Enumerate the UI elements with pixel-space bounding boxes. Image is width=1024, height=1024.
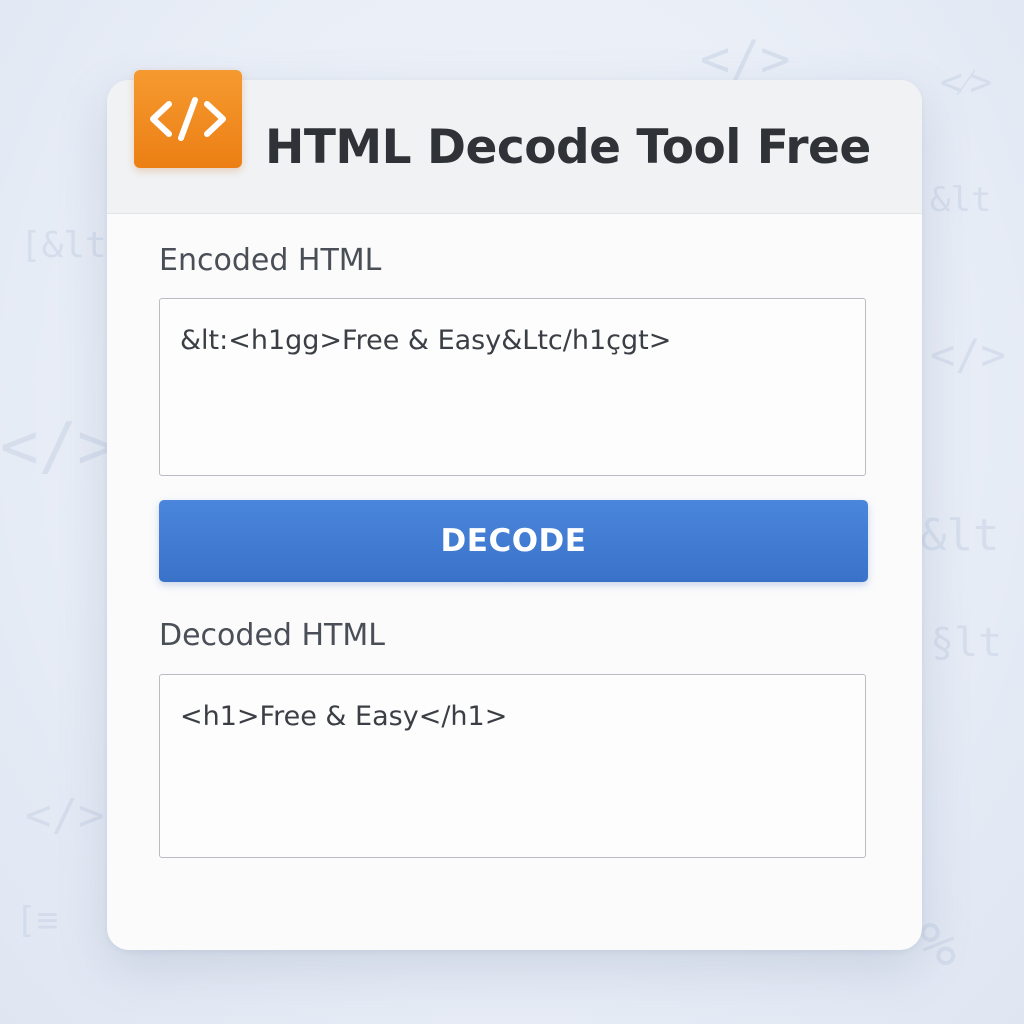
background-code-glyph: </> bbox=[930, 330, 1006, 379]
encoded-html-input[interactable]: &lt:<h1gg>Free & Easy&Ltc/h1çgt> bbox=[159, 298, 866, 476]
page-title: HTML Decode Tool Free bbox=[265, 120, 871, 175]
background-code-glyph: &lt bbox=[930, 180, 992, 220]
background-code-glyph: <⁄> bbox=[940, 60, 993, 104]
decode-tool-card: HTML Decode Tool Free Encoded HTML &lt:<… bbox=[107, 70, 922, 950]
decode-button[interactable]: DECODE bbox=[159, 500, 868, 582]
card-header: HTML Decode Tool Free bbox=[107, 70, 922, 214]
background-code-glyph: &lt bbox=[920, 510, 1000, 561]
encoded-html-label: Encoded HTML bbox=[159, 243, 382, 278]
background-code-glyph: % bbox=[920, 910, 957, 980]
decoded-html-label: Decoded HTML bbox=[159, 618, 385, 653]
code-brackets-icon-glyph bbox=[150, 97, 226, 141]
background-code-glyph: </> bbox=[0, 410, 116, 484]
background-code-glyph: §lt bbox=[930, 620, 1003, 666]
background-code-glyph: [&lt bbox=[20, 225, 107, 266]
background-code-glyph: </> bbox=[25, 790, 105, 841]
decoded-html-output[interactable]: <h1>Free & Easy</h1> bbox=[159, 674, 866, 858]
code-brackets-icon bbox=[134, 70, 242, 168]
background-code-glyph: [≡ bbox=[15, 900, 59, 941]
